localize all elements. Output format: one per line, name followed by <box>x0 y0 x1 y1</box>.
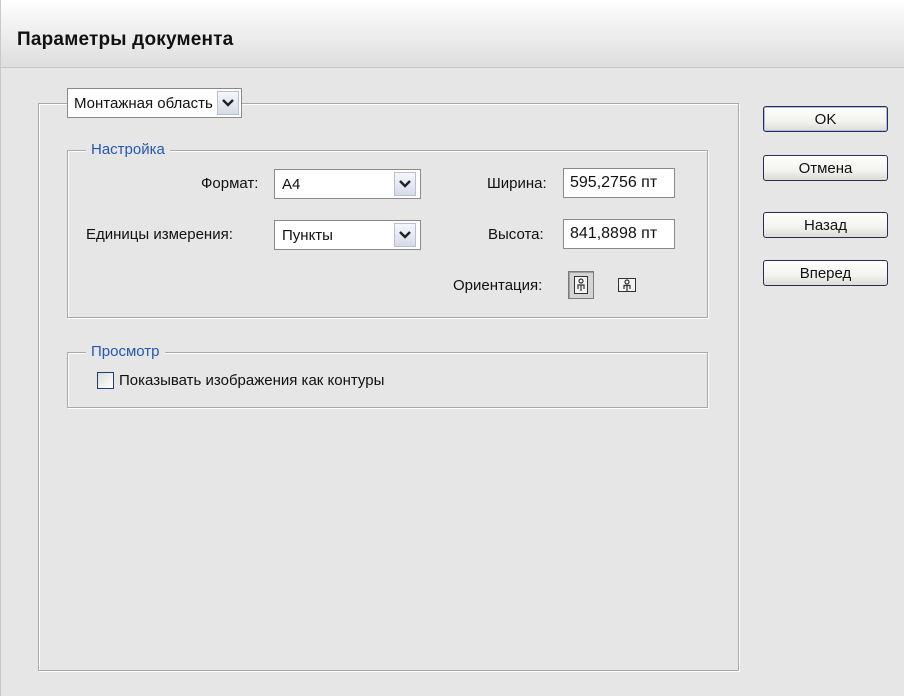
width-label: Ширина: <box>487 175 547 192</box>
chevron-down-icon[interactable] <box>216 91 239 115</box>
landscape-person-icon <box>618 278 636 292</box>
chevron-down-icon[interactable] <box>394 223 416 247</box>
format-value: A4 <box>282 176 301 193</box>
forward-button[interactable]: Вперед <box>763 260 888 286</box>
units-value: Пункты <box>282 227 333 244</box>
units-select[interactable]: Пункты <box>274 220 421 250</box>
preview-group-title: Просмотр <box>86 343 165 360</box>
chevron-down-icon[interactable] <box>394 172 416 196</box>
landscape-orientation-button[interactable] <box>614 271 640 299</box>
artboard-selector[interactable]: Монтажная область <box>67 88 242 118</box>
settings-group-title: Настройка <box>86 141 170 158</box>
height-input[interactable]: 841,8898 пт <box>563 219 675 249</box>
height-value: 841,8898 пт <box>570 225 658 242</box>
cancel-button[interactable]: Отмена <box>763 155 888 181</box>
outline-images-checkbox[interactable] <box>97 372 114 389</box>
portrait-orientation-button[interactable] <box>568 271 594 299</box>
width-value: 595,2756 пт <box>570 174 658 191</box>
units-label: Единицы измерения: <box>86 226 233 243</box>
back-button[interactable]: Назад <box>763 212 888 238</box>
width-input[interactable]: 595,2756 пт <box>563 168 675 198</box>
portrait-person-icon <box>574 276 588 294</box>
dialog-title: Параметры документа <box>17 29 234 50</box>
height-label: Высота: <box>488 226 544 243</box>
outline-images-label[interactable]: Показывать изображения как контуры <box>119 372 384 389</box>
title-bar[interactable]: Параметры документа <box>1 0 904 68</box>
ok-button[interactable]: OK <box>763 106 888 132</box>
orientation-label: Ориентация: <box>453 277 543 294</box>
format-select[interactable]: A4 <box>274 169 421 199</box>
format-label: Формат: <box>201 175 259 192</box>
document-setup-dialog: Параметры документа Монтажная область На… <box>0 0 904 696</box>
artboard-selector-label: Монтажная область <box>74 94 213 112</box>
